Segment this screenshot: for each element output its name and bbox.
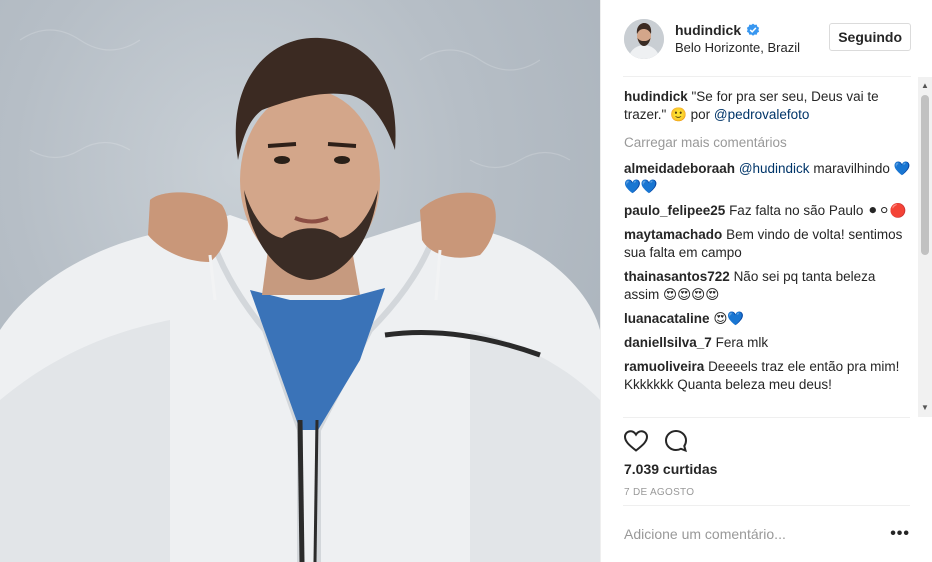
comment-item: maytamachado Bem vindo de volta! sentimo…	[624, 226, 914, 262]
divider	[623, 417, 910, 418]
caption: hudindick "Se for pra ser seu, Deus vai …	[624, 88, 914, 124]
avatar[interactable]	[624, 18, 664, 59]
post-location[interactable]: Belo Horizonte, Brazil	[675, 39, 800, 57]
comment-author[interactable]: ramuoliveira	[624, 359, 704, 374]
likes-count[interactable]: 7.039 curtidas	[624, 461, 717, 477]
post-owner-username[interactable]: hudindick	[675, 21, 741, 39]
post-owner-info: hudindick Belo Horizonte, Brazil	[675, 21, 800, 57]
post-side-panel: hudindick Belo Horizonte, Brazil Seguind…	[600, 0, 932, 562]
comment-author[interactable]: paulo_felipee25	[624, 203, 725, 218]
load-more-comments-link[interactable]: Carregar mais comentários	[624, 134, 914, 152]
comment-author[interactable]: daniellsilva_7	[624, 335, 712, 350]
more-options-icon[interactable]: •••	[890, 526, 910, 542]
divider	[623, 505, 910, 506]
scroll-thumb[interactable]	[921, 95, 929, 255]
scroll-up-arrow-icon[interactable]: ▲	[918, 79, 932, 93]
comment-author[interactable]: thainasantos722	[624, 269, 730, 284]
caption-author[interactable]: hudindick	[624, 89, 688, 104]
comment-mention[interactable]: @hudindick	[739, 161, 810, 176]
scroll-down-arrow-icon[interactable]: ▼	[918, 401, 932, 415]
post-photo[interactable]	[0, 0, 600, 562]
comment-text: 😍💙	[713, 311, 745, 326]
comment-text: Fera mlk	[715, 335, 769, 350]
post-header: hudindick Belo Horizonte, Brazil Seguind…	[601, 0, 932, 77]
comment-bubble-icon[interactable]	[663, 428, 689, 454]
comment-author[interactable]: maytamachado	[624, 227, 722, 242]
comment-text: Faz falta no são Paulo ⚫⚪🔴	[729, 203, 907, 218]
comment-item: paulo_felipee25 Faz falta no são Paulo ⚫…	[624, 202, 914, 220]
comments-list: hudindick "Se for pra ser seu, Deus vai …	[624, 88, 914, 418]
add-comment-input[interactable]: Adicione um comentário...	[624, 526, 786, 542]
username-row: hudindick	[675, 21, 800, 39]
comment-author[interactable]: luanacataline	[624, 311, 710, 326]
comment-item: thainasantos722 Não sei pq tanta beleza …	[624, 268, 914, 304]
comment-item: daniellsilva_7 Fera mlk	[624, 334, 914, 352]
heart-icon[interactable]	[623, 428, 649, 454]
following-button[interactable]: Seguindo	[829, 23, 911, 51]
caption-mention[interactable]: @pedrovalefoto	[714, 107, 810, 122]
avatar-image	[624, 18, 664, 59]
instagram-post-modal: hudindick Belo Horizonte, Brazil Seguind…	[0, 0, 932, 562]
comment-author[interactable]: almeidadeboraah	[624, 161, 735, 176]
comment-item: ramuoliveira Deeeels traz ele então pra …	[624, 358, 914, 394]
post-photo-illustration	[0, 29, 600, 562]
post-actions	[623, 428, 689, 454]
comment-item: luanacataline 😍💙	[624, 310, 914, 328]
verified-badge-icon	[747, 23, 760, 36]
post-date: 7 DE AGOSTO	[624, 487, 695, 498]
comment-item: almeidadeboraah @hudindick maravilhindo …	[624, 160, 914, 196]
comments-scrollbar[interactable]: ▲ ▼	[918, 77, 932, 417]
